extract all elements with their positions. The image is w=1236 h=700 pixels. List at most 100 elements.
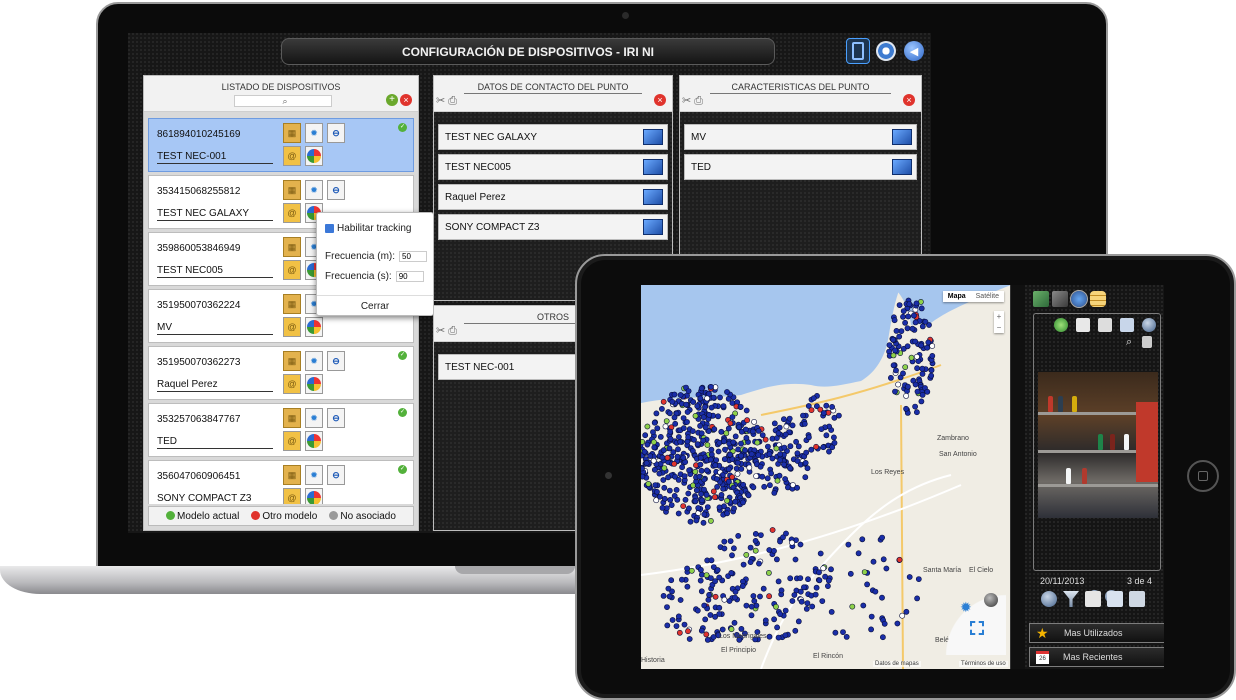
email-icon[interactable]: @ [283, 317, 301, 337]
unlink-icon[interactable]: ⊖ [327, 465, 345, 485]
device-search-input[interactable]: ⌕ [234, 95, 332, 107]
list-item[interactable]: TEST NEC GALAXY [438, 124, 668, 150]
unlink-icon[interactable]: ⊖ [327, 351, 345, 371]
sim-icon[interactable]: ▦ [283, 294, 301, 314]
list-item[interactable]: SONY COMPACT Z3 [438, 214, 668, 240]
tracking-checkbox[interactable] [325, 224, 334, 233]
device-name[interactable]: TEST NEC GALAXY [157, 208, 273, 221]
sim-icon[interactable]: ▦ [283, 408, 301, 428]
device-name[interactable]: SONY COMPACT Z3 [157, 493, 273, 504]
email-icon[interactable]: @ [283, 374, 301, 394]
add-device-button[interactable]: + [386, 94, 398, 106]
color-picker-button[interactable] [305, 488, 323, 504]
tools-icon[interactable]: ✂ ⎙ [682, 94, 703, 108]
list-item[interactable]: TEST NEC005 [438, 154, 668, 180]
tablet-device: Mapa Satélite + − Zambrano San Antonio Los … [575, 254, 1236, 700]
print-icon[interactable] [1085, 591, 1101, 607]
device-card[interactable]: 353257063847767 TED ▦ ✹ ⊖ @ ✓ [148, 403, 414, 457]
tab-list-icon[interactable] [1052, 291, 1068, 307]
device-name[interactable]: TEST NEC005 [157, 265, 273, 278]
edit-icon[interactable] [643, 219, 663, 235]
navigate-icon[interactable] [984, 593, 998, 607]
settings-gear-icon[interactable]: ✹ [960, 599, 972, 616]
sim-icon[interactable]: ▦ [283, 237, 301, 257]
edit-icon[interactable] [643, 159, 663, 175]
tablet-home-button[interactable] [1187, 460, 1219, 492]
email-icon[interactable]: @ [283, 203, 301, 223]
list-icon[interactable] [1098, 318, 1112, 332]
color-picker-button[interactable] [305, 317, 323, 337]
map-data-credit: Datos de mapas [873, 661, 921, 667]
edit-icon[interactable] [643, 129, 663, 145]
edit-icon[interactable] [892, 129, 912, 145]
list-item[interactable]: Raquel Perez [438, 184, 668, 210]
freq-m-input[interactable] [399, 251, 428, 262]
tab-map[interactable]: Mapa [942, 291, 971, 302]
back-button[interactable]: ◀ [902, 38, 926, 64]
sim-icon[interactable]: ▦ [283, 351, 301, 371]
email-icon[interactable]: @ [283, 260, 301, 280]
zoom-search-icon[interactable]: ⌕ [1126, 336, 1132, 349]
gear-icon[interactable]: ✹ [305, 465, 323, 485]
email-icon[interactable]: @ [283, 431, 301, 451]
tab-map-icon[interactable] [1033, 291, 1049, 307]
map-pin [659, 504, 666, 511]
refresh-icon[interactable] [1054, 318, 1068, 332]
map-pin [883, 565, 890, 572]
save-icon[interactable] [1129, 591, 1145, 607]
map-view[interactable]: Mapa Satélite + − Zambrano San Antonio Los … [641, 285, 1011, 669]
email-icon[interactable]: @ [283, 146, 301, 166]
gear-icon[interactable]: ✹ [305, 408, 323, 428]
color-picker-button[interactable] [305, 431, 323, 451]
settings-button[interactable] [874, 38, 898, 64]
tools-icon[interactable]: ✂ ⎙ [436, 324, 457, 338]
edit-icon[interactable] [892, 159, 912, 175]
fullscreen-icon[interactable] [970, 621, 984, 635]
trash-icon[interactable] [1142, 336, 1152, 348]
device-card[interactable]: 356047060906451 SONY COMPACT Z3 ▦ ✹ ⊖ @ ✓ [148, 460, 414, 504]
close-contact-button[interactable]: × [654, 94, 666, 106]
color-picker-button[interactable] [305, 146, 323, 166]
device-card[interactable]: 351950070362273 Raquel Perez ▦ ✹ ⊖ @ ✓ [148, 346, 414, 400]
checklist-icon[interactable] [1076, 318, 1090, 332]
unlink-icon[interactable]: ⊖ [327, 180, 345, 200]
close-panel-button[interactable]: × [400, 94, 412, 106]
devices-config-button[interactable] [846, 38, 870, 64]
globe-action-icon[interactable] [1041, 591, 1057, 607]
device-name[interactable]: MV [157, 322, 273, 335]
zoom-control[interactable]: + − [994, 311, 1004, 333]
list-item[interactable]: TED [684, 154, 917, 180]
most-used-button[interactable]: ★ Mas Utilizados [1029, 623, 1164, 643]
cart-icon[interactable] [1120, 318, 1134, 332]
gear-icon[interactable]: ✹ [305, 351, 323, 371]
sim-icon[interactable]: ▦ [283, 465, 301, 485]
device-card[interactable]: 861894010245169 TEST NEC-001 ▦ ✹ ⊖ @ ✓ [148, 118, 414, 172]
email-icon[interactable]: @ [283, 488, 301, 504]
unlink-icon[interactable]: ⊖ [327, 408, 345, 428]
device-name[interactable]: TED [157, 436, 273, 449]
tracking-checkbox-row[interactable]: Habilitar tracking [325, 223, 411, 234]
popup-close-button[interactable]: Cerrar [317, 295, 433, 312]
freq-s-input[interactable] [395, 271, 424, 282]
list-item[interactable]: MV [684, 124, 917, 150]
recent-button[interactable]: 26 Mas Recientes [1029, 647, 1164, 667]
gear-icon[interactable]: ✹ [305, 123, 323, 143]
edit-icon[interactable] [643, 189, 663, 205]
mail-icon[interactable] [1107, 591, 1123, 607]
tab-satellite[interactable]: Satélite [970, 291, 1004, 302]
device-name[interactable]: Raquel Perez [157, 379, 273, 392]
tools-icon[interactable]: ✂ ⎙ [436, 94, 457, 108]
unlink-icon[interactable]: ⊖ [327, 123, 345, 143]
sim-icon[interactable]: ▦ [283, 123, 301, 143]
gear-icon[interactable]: ✹ [305, 180, 323, 200]
terms-link[interactable]: Términos de uso [959, 661, 1008, 667]
device-name[interactable]: TEST NEC-001 [157, 151, 273, 164]
tab-globe-icon[interactable] [1070, 290, 1088, 308]
filter-icon[interactable] [1063, 591, 1079, 607]
color-picker-button[interactable] [305, 374, 323, 394]
sim-icon[interactable]: ▦ [283, 180, 301, 200]
tab-database-icon[interactable] [1090, 291, 1106, 307]
forward-icon[interactable] [1142, 318, 1156, 332]
map-pin [774, 624, 780, 631]
close-features-button[interactable]: × [903, 94, 915, 106]
